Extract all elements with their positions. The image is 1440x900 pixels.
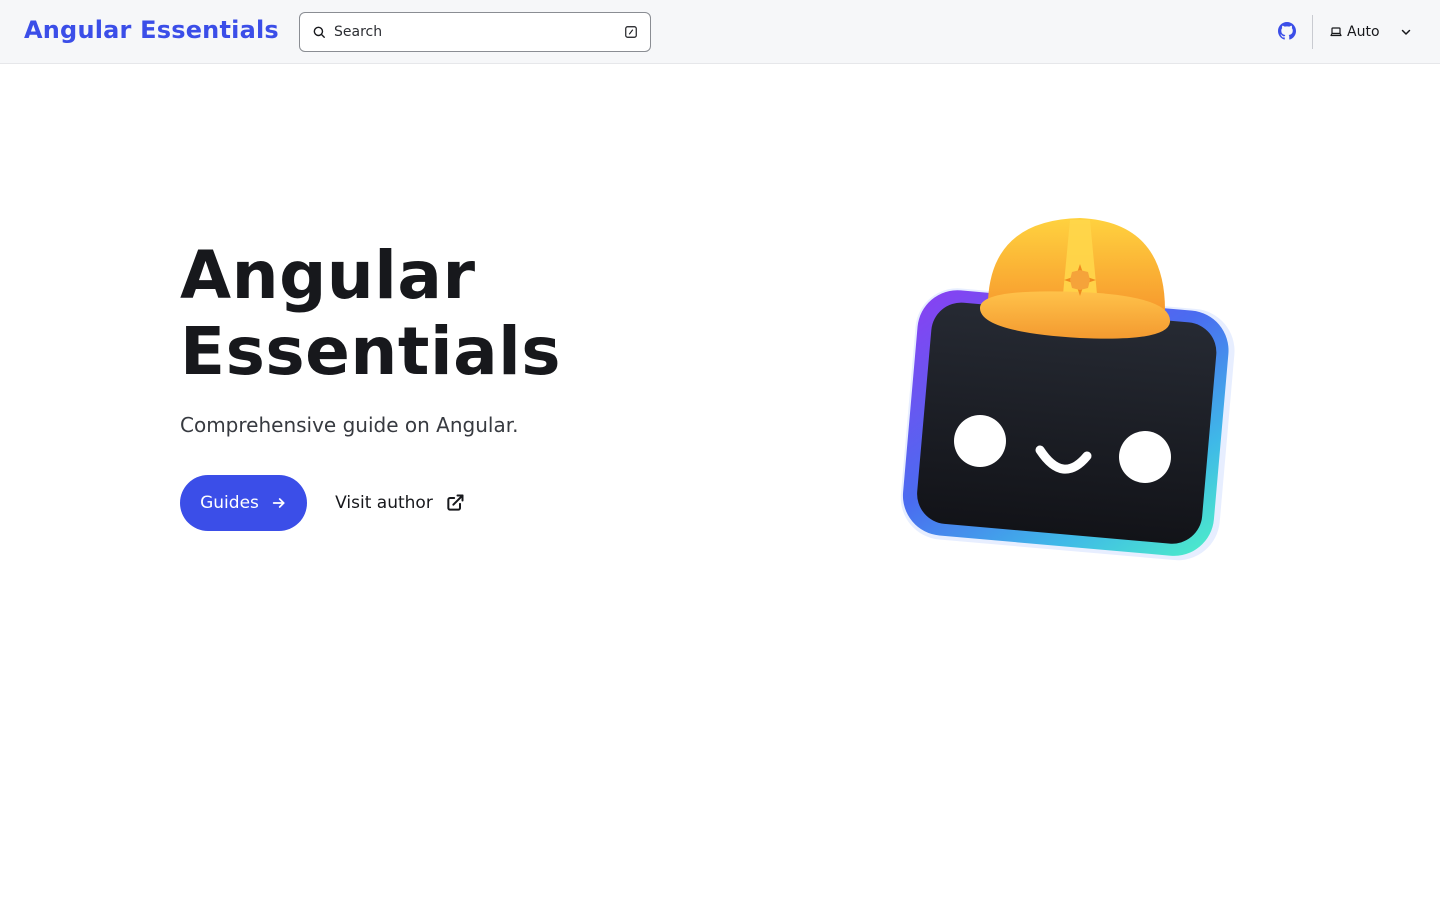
search-input[interactable]: Search [299, 12, 651, 52]
guides-button[interactable]: Guides [180, 475, 307, 531]
github-link[interactable] [1278, 22, 1298, 42]
external-link-icon [445, 493, 465, 513]
chevron-down-icon [1400, 26, 1412, 38]
visit-author-link[interactable]: Visit author [323, 475, 477, 531]
search-icon [312, 25, 326, 39]
hero-title-line-2: Essentials [180, 313, 562, 390]
hero-tagline: Comprehensive guide on Angular. [180, 413, 519, 437]
site-title-link[interactable]: Angular Essentials [24, 14, 279, 46]
theme-select-value: Auto [1347, 24, 1380, 40]
hero-mascot-image [880, 200, 1250, 580]
laptop-icon [1330, 26, 1342, 38]
keyboard-shortcut-icon [624, 25, 638, 39]
site-header: Angular Essentials Search Auto [0, 0, 1440, 64]
guides-button-label: Guides [200, 493, 259, 513]
hero-title-line-1: Angular [180, 237, 476, 314]
arrow-right-icon [271, 495, 287, 511]
github-icon [1278, 22, 1296, 42]
theme-select[interactable]: Auto [1322, 16, 1422, 48]
visit-author-label: Visit author [335, 493, 433, 513]
hero-title: Angular Essentials [180, 238, 740, 390]
header-divider [1312, 15, 1313, 49]
search-placeholder: Search [334, 24, 383, 40]
